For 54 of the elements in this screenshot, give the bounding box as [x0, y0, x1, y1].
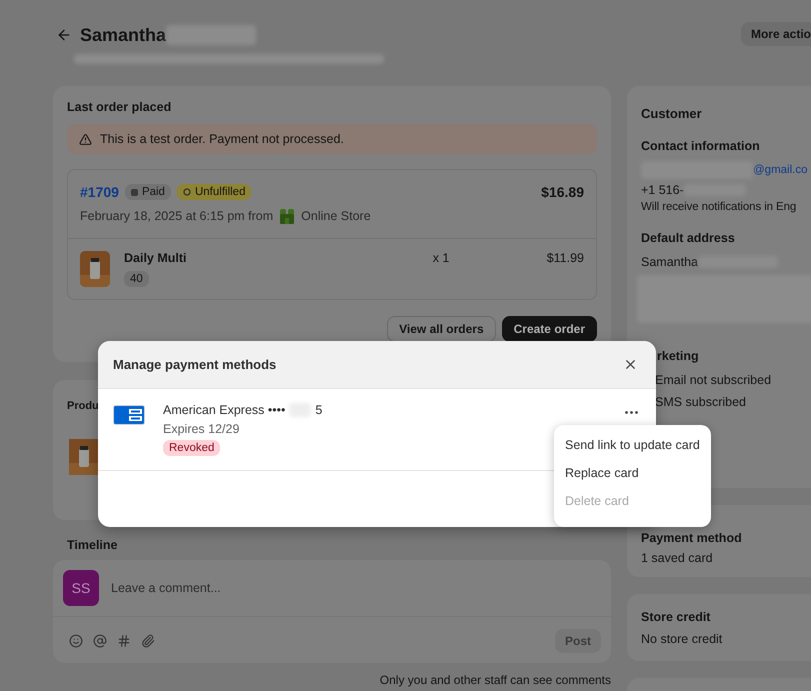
marketing-status: Email not subscribed — [655, 373, 772, 387]
card-title: Payment method — [641, 531, 743, 545]
hashtag-icon[interactable] — [117, 634, 131, 648]
phone-number: +1 516- — [641, 183, 684, 197]
variant-badge: 40 — [124, 271, 149, 287]
order-date: February 18, 2025 at 6:15 pm from — [80, 209, 274, 223]
saved-cards: 1 saved card — [641, 551, 811, 565]
page-title: Samantha — [80, 24, 166, 47]
order-link[interactable]: #1709 — [80, 184, 119, 200]
view-button[interactable]: View all orders — [387, 316, 496, 342]
store-credit-value: No store credit — [641, 632, 724, 646]
emoji-icon[interactable] — [69, 634, 83, 648]
more-actions-button[interactable]: More actio — [740, 22, 811, 46]
fulfillment-badge: Unfulfilled — [176, 184, 252, 200]
card-logo-icon — [113, 405, 145, 425]
payment-badge: Paid — [124, 184, 171, 200]
close-icon — [623, 357, 638, 372]
banner-text: This is a test order. Payment not processed. — [100, 132, 344, 146]
card-expiry: Expires 12/29 — [163, 422, 240, 436]
sales-channel: Online Store — [301, 209, 371, 223]
section-heading: Default address — [641, 231, 736, 245]
timeline-title: Timeline — [67, 538, 118, 552]
comment-input[interactable]: Leave a comment... — [109, 580, 601, 596]
notification-language: Will receive notifications in Eng — [641, 201, 796, 213]
status-badge: Revoked — [163, 440, 220, 456]
card-last-digit: 5 — [315, 403, 322, 417]
marketing-status: SMS subscribed — [655, 395, 746, 409]
menu-item[interactable]: Replace card — [554, 459, 711, 487]
order-total: $16.89 — [541, 184, 584, 200]
menu-item[interactable]: Send link to update card — [554, 431, 711, 459]
address-name: Samantha — [641, 255, 698, 269]
attachment-icon[interactable] — [141, 634, 155, 648]
back-arrow-icon[interactable] — [56, 27, 72, 43]
card-title: Produ — [67, 400, 99, 412]
item-price: $11.99 — [546, 251, 584, 267]
create-button[interactable]: Create order — [502, 316, 597, 342]
modal-title: Manage payment methods — [113, 357, 276, 372]
mention-icon[interactable] — [93, 634, 107, 648]
card-title: Last order placed — [67, 100, 172, 114]
card-title: Store credit — [641, 610, 712, 624]
section-heading: Contact information — [641, 139, 761, 153]
section-heading: rketing — [657, 349, 700, 363]
avatar: SS — [63, 570, 99, 606]
product-name: Daily Multi — [124, 251, 187, 265]
ellipsis-icon — [625, 411, 638, 414]
item-quantity: x 1 — [432, 251, 450, 267]
email-link[interactable]: @gmail.co — [753, 164, 808, 176]
store-icon — [279, 208, 296, 224]
ring-icon — [182, 188, 191, 196]
card-name: American Express •••• — [163, 403, 286, 417]
warning-icon — [79, 132, 92, 146]
post-button[interactable]: Post — [554, 629, 601, 653]
card-title: Customer — [641, 106, 703, 121]
comment-note: Only you and other staff can see comments — [378, 673, 611, 687]
